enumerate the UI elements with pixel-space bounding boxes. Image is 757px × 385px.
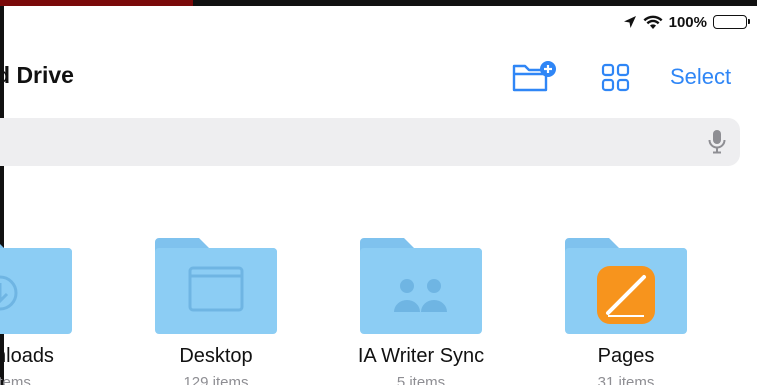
grid-view-icon [601, 63, 630, 92]
select-button[interactable]: Select [670, 64, 731, 90]
folder-item-count: 31 items [597, 374, 655, 385]
people-icon [360, 238, 482, 334]
battery-icon [713, 15, 750, 29]
new-folder-icon [512, 61, 556, 92]
folder-item-count: items [0, 374, 31, 385]
folder-name: Desktop [179, 345, 253, 367]
folder-pages[interactable] [565, 238, 687, 334]
wifi-icon [643, 15, 663, 30]
files-app-window: 100% d Drive Select nloads tems Desktop … [0, 0, 757, 385]
folder-name: nloads [0, 345, 54, 367]
folder-ia-writer-sync[interactable] [360, 238, 482, 334]
folder-item-count: 5 items [396, 374, 446, 385]
pages-app-icon [597, 266, 655, 324]
new-folder-button[interactable] [510, 58, 558, 96]
window-icon [155, 238, 277, 334]
location-icon [623, 15, 637, 29]
window-red-tab [0, 0, 193, 6]
folder-name: Pages [597, 345, 655, 367]
grid-view-button[interactable] [600, 58, 632, 96]
search-field[interactable] [0, 118, 740, 166]
folder-downloads[interactable] [0, 238, 72, 334]
folder-item-count: 129 items [183, 374, 249, 385]
battery-percentage: 100% [668, 13, 707, 31]
status-bar: 100% [623, 12, 750, 32]
folder-desktop[interactable] [155, 238, 277, 334]
microphone-icon[interactable] [706, 128, 728, 156]
folder-name: IA Writer Sync [357, 345, 485, 367]
page-title: d Drive [0, 62, 74, 88]
